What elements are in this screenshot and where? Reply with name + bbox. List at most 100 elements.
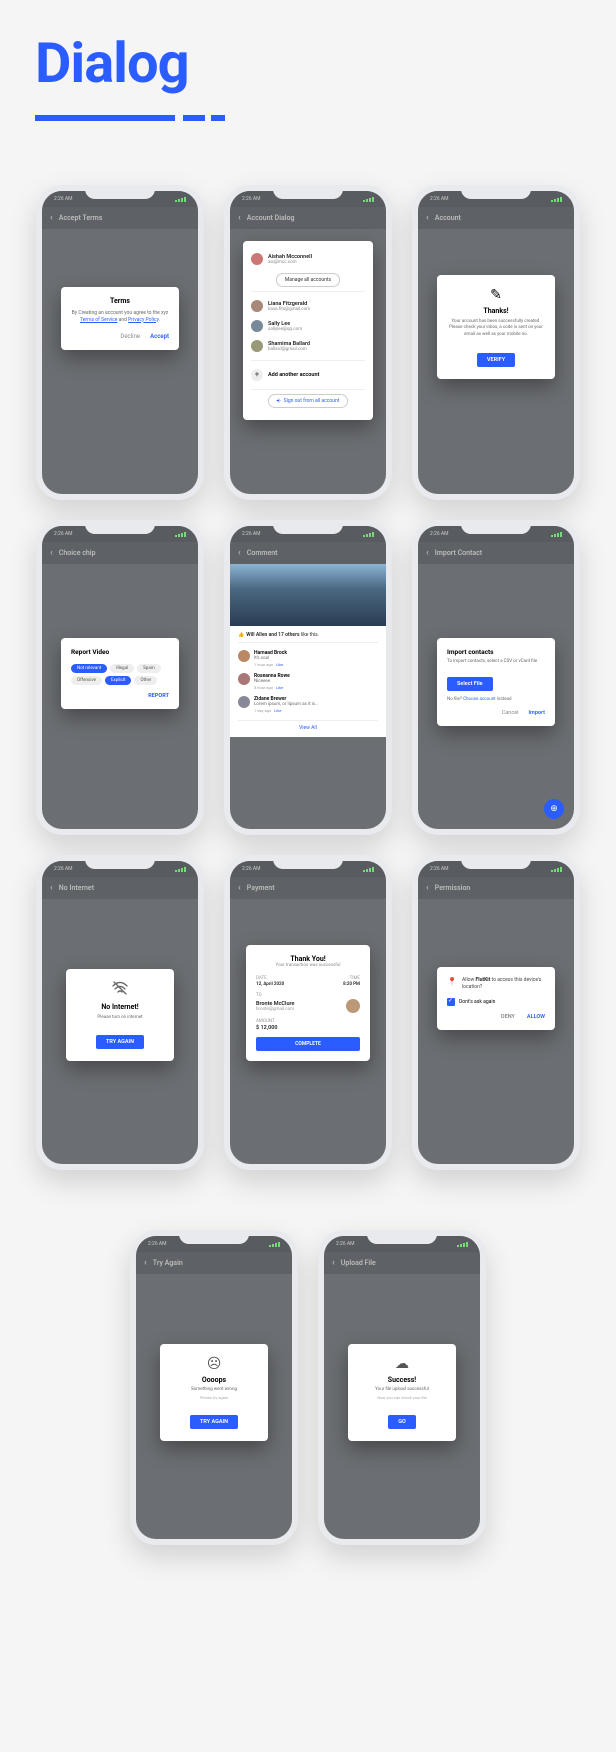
- chip[interactable]: Illegal: [110, 664, 134, 673]
- back-icon[interactable]: ‹: [238, 883, 241, 893]
- post-image: [230, 564, 386, 626]
- go-button[interactable]: GO: [388, 1415, 416, 1429]
- dialog-title: Success!: [360, 1376, 444, 1384]
- comment-item: Roseanna RoweNiceeee5 hour agoLike: [238, 670, 378, 693]
- dialog-title: Oooops: [172, 1376, 256, 1384]
- user-check-icon: ✎: [449, 287, 543, 303]
- phone-payment: 2:26 AM ‹Payment Thank You! Your transac…: [224, 855, 392, 1170]
- choose-account-link[interactable]: Choose account: [463, 697, 496, 702]
- back-icon[interactable]: ‹: [50, 548, 53, 558]
- privacy-link[interactable]: Privacy Policy: [128, 317, 159, 323]
- cancel-button[interactable]: Cancel: [502, 710, 519, 716]
- chip[interactable]: Not relevant: [71, 664, 107, 673]
- view-all-button[interactable]: View All: [238, 720, 378, 731]
- chip[interactable]: Other: [134, 676, 157, 685]
- account-item[interactable]: Liana Fitzgeraldliana.fits@gmail.com: [251, 296, 365, 316]
- amount-value: $ 12,000: [256, 1025, 360, 1031]
- avatar: [251, 253, 263, 265]
- topbar: ‹Accept Terms: [42, 207, 198, 229]
- try-again-button[interactable]: TRY AGAIN: [96, 1035, 144, 1049]
- chip[interactable]: Explicit: [105, 676, 131, 685]
- add-account-button[interactable]: +Add another account: [251, 365, 365, 385]
- terms-dialog: Terms By Creating an account you agree t…: [61, 287, 179, 350]
- select-file-button[interactable]: Select File: [447, 677, 493, 691]
- dialog-hint: Please try again: [172, 1395, 256, 1400]
- like-button[interactable]: Like: [276, 662, 283, 667]
- wifi-off-icon: [78, 981, 162, 999]
- back-icon[interactable]: ‹: [238, 548, 241, 558]
- dialog-body: To import contacts, select a CSV or vCar…: [447, 659, 545, 664]
- try-again-button[interactable]: TRY AGAIN: [190, 1415, 238, 1429]
- phone-grid-row-2: 2:26 AM ‹Try Again ☹ Oooops Something we…: [0, 1230, 616, 1605]
- fab-button[interactable]: ⊕: [544, 799, 564, 819]
- import-button[interactable]: Import: [528, 710, 545, 716]
- phone-accept-terms: 2:26 AM ‹Accept Terms Terms By Creating …: [36, 185, 204, 500]
- comment-sheet: 👍Will Allen and 17 others like this. Ham…: [230, 564, 386, 737]
- nofile-text: No file? Choose account instead: [447, 697, 545, 702]
- dont-ask-checkbox[interactable]: Dont's ask again: [447, 998, 545, 1006]
- back-icon[interactable]: ‹: [50, 213, 53, 223]
- back-icon[interactable]: ‹: [50, 883, 53, 893]
- topbar: ‹Payment: [230, 877, 386, 899]
- dialog-body: Please turn on internet: [78, 1015, 162, 1020]
- likes-row[interactable]: 👍Will Allen and 17 others like this.: [238, 632, 378, 643]
- signout-icon: ⎆: [277, 398, 281, 404]
- avatar: [238, 650, 250, 662]
- manage-accounts-button[interactable]: Manage all accounts: [276, 273, 340, 287]
- phone-comment: 2:26 AM ‹Comment 👍Will Allen and 17 othe…: [224, 520, 392, 835]
- report-button[interactable]: REPORT: [71, 693, 169, 699]
- chip[interactable]: Offensive: [71, 676, 102, 685]
- topbar: ‹Import Contact: [418, 542, 574, 564]
- like-button[interactable]: Like: [274, 708, 281, 713]
- oops-dialog: ☹ Oooops Something went wrong Please try…: [160, 1344, 268, 1441]
- topbar: ‹Permission: [418, 877, 574, 899]
- like-button[interactable]: Like: [276, 685, 283, 690]
- back-icon[interactable]: ‹: [144, 1258, 147, 1268]
- dialog-subtitle: Your transaction was successful: [256, 963, 360, 968]
- thumb-icon: 👍: [238, 632, 244, 638]
- account-item[interactable]: Sally Leesallylee@qq.com: [251, 316, 365, 336]
- dialog-title: No Internet!: [78, 1003, 162, 1011]
- dialog-title: Import contacts: [447, 648, 545, 656]
- import-dialog: Import contacts To import contacts, sele…: [437, 638, 555, 726]
- deny-button[interactable]: DENY: [501, 1014, 515, 1020]
- dialog-title: Thanks!: [449, 307, 543, 315]
- dialog-title: Terms: [71, 297, 169, 305]
- topbar: ‹Account: [418, 207, 574, 229]
- signout-button[interactable]: ⎆Sign out from all account: [268, 394, 349, 408]
- dialog-title: Thank You!: [256, 955, 360, 963]
- page-title: Dialog: [0, 0, 616, 106]
- account-item[interactable]: Shamima Ballardballard@gmail.com: [251, 336, 365, 356]
- decline-button[interactable]: Decline: [120, 333, 140, 340]
- topbar: ‹No Internet: [42, 877, 198, 899]
- back-icon[interactable]: ‹: [426, 548, 429, 558]
- account-item[interactable]: Aishah Mcconnellais@mcc.com: [251, 249, 365, 269]
- allow-button[interactable]: ALLOW: [527, 1014, 545, 1020]
- topbar: ‹Try Again: [136, 1252, 292, 1274]
- chip[interactable]: Spam: [137, 664, 161, 673]
- phone-no-internet: 2:26 AM ‹No Internet No Internet! Please…: [36, 855, 204, 1170]
- dialog-body: Your file upload successful: [360, 1387, 444, 1392]
- accept-button[interactable]: Accept: [150, 333, 169, 340]
- title-underline: [0, 106, 616, 185]
- back-icon[interactable]: ‹: [332, 1258, 335, 1268]
- back-icon[interactable]: ‹: [426, 213, 429, 223]
- thanks-dialog: ✎ Thanks! Your account has been successf…: [437, 275, 555, 379]
- phone-choice-chip: 2:26 AM ‹Choice chip Report Video Not re…: [36, 520, 204, 835]
- avatar: [251, 340, 263, 352]
- phone-try-again: 2:26 AM ‹Try Again ☹ Oooops Something we…: [130, 1230, 298, 1545]
- phone-grid: 2:26 AM ‹Accept Terms Terms By Creating …: [0, 185, 616, 1230]
- topbar: ‹Comment: [230, 542, 386, 564]
- tos-link[interactable]: Terms of Service: [80, 317, 117, 323]
- back-icon[interactable]: ‹: [238, 213, 241, 223]
- phone-permission: 2:26 AM ‹Permission 📍Allow FlutKit to ac…: [412, 855, 580, 1170]
- permission-dialog: 📍Allow FlutKit to access this device's l…: [437, 967, 555, 1030]
- avatar: [346, 999, 360, 1013]
- back-icon[interactable]: ‹: [426, 883, 429, 893]
- dialog-title: Report Video: [71, 648, 169, 656]
- phone-import-contact: 2:26 AM ‹Import Contact Import contacts …: [412, 520, 580, 835]
- complete-button[interactable]: COMPLETE: [256, 1037, 360, 1051]
- verify-button[interactable]: VERIFY: [477, 353, 515, 367]
- topbar: ‹Choice chip: [42, 542, 198, 564]
- dialog-body: Something went wrong: [172, 1387, 256, 1392]
